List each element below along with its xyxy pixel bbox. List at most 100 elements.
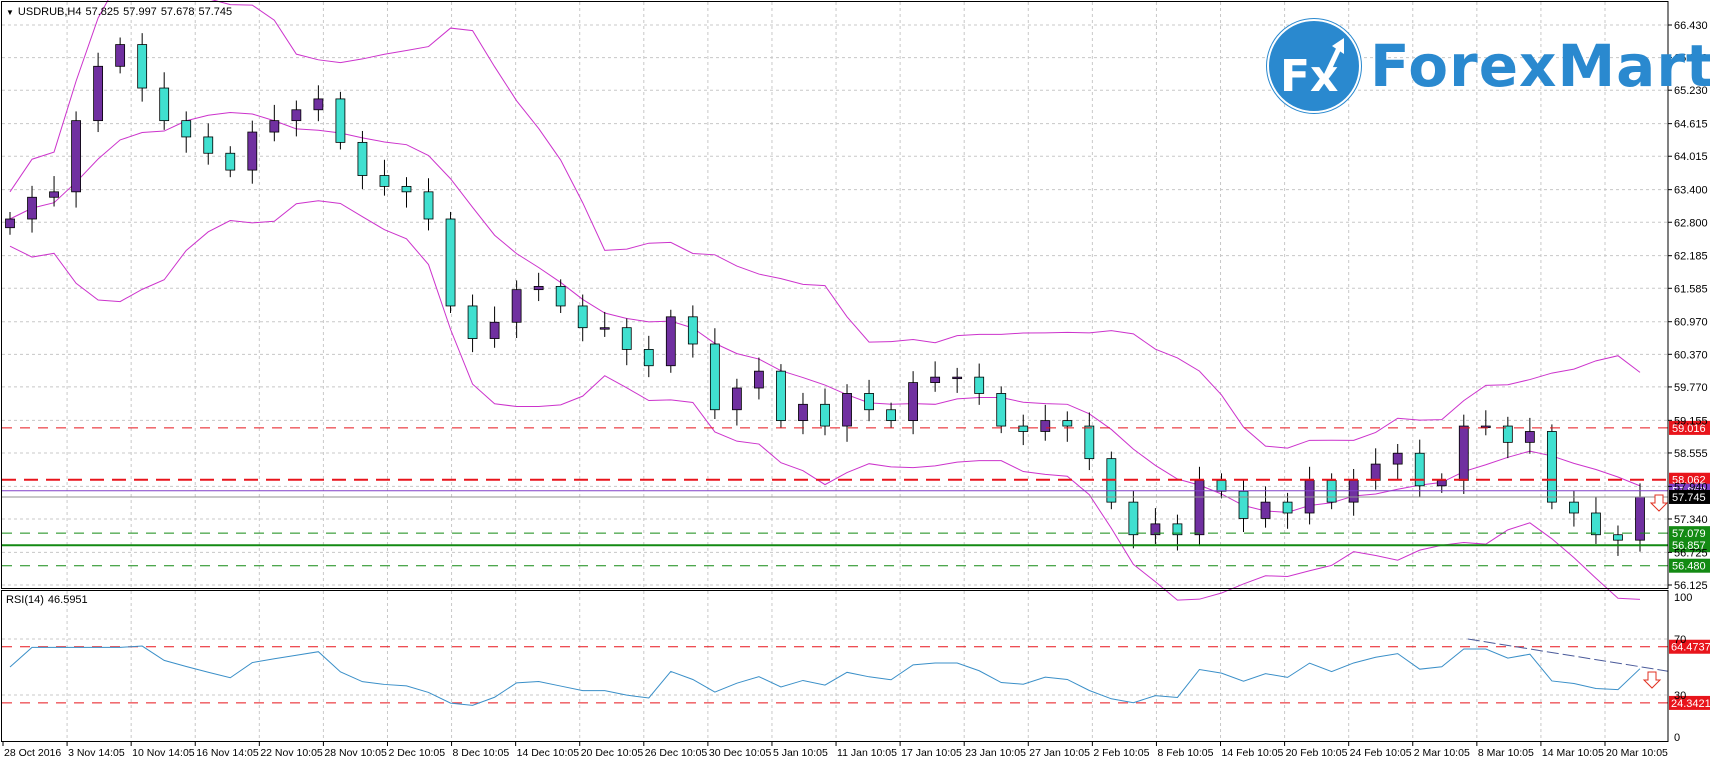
candle-bearish (555, 285, 566, 307)
symbol-label: USDRUB,H4 (17, 6, 82, 18)
rsi-tick-label: 30 (1674, 690, 1686, 702)
candle-bearish (181, 120, 192, 138)
candle-bearish (820, 403, 830, 427)
time-tick-label: 14 Feb 10:05 (1222, 747, 1284, 759)
rsi-tick-label: 0 (1674, 732, 1680, 744)
candle-bearish (643, 349, 654, 367)
candle-bearish (1062, 420, 1073, 427)
candle-bullish (115, 44, 126, 67)
candle-bullish (952, 376, 963, 380)
candle-bearish (974, 376, 985, 394)
candle-bearish (687, 316, 698, 345)
candle-bearish (1238, 490, 1249, 519)
rsi-header: RSI(14) 46.5951 (6, 594, 88, 606)
candle-bullish (533, 285, 544, 291)
candle-bearish (1128, 501, 1139, 536)
time-tick-label: 8 Mar 10:05 (1478, 747, 1534, 759)
candle-bullish (754, 370, 764, 389)
open-value: 57.825 (85, 6, 120, 18)
time-tick-label: 16 Nov 14:05 (196, 747, 259, 759)
candle-bearish (445, 218, 456, 307)
price-tick-label: 60.370 (1674, 349, 1708, 361)
candle-bullish (291, 109, 302, 122)
candle-bullish (1194, 479, 1205, 536)
candle-bullish (27, 196, 37, 220)
time-tick-label: 10 Nov 14:05 (132, 747, 195, 759)
horizontal-levels[interactable]: 59.01658.06257.86057.74557.07956.85756.4… (2, 420, 1710, 573)
time-tick-label: 8 Feb 10:05 (1157, 747, 1213, 759)
candle-bearish (203, 136, 214, 154)
chart-canvas[interactable]: 59.01658.06257.86057.74557.07956.85756.4… (0, 0, 1710, 762)
candle-bearish (621, 327, 632, 350)
candle-bullish (269, 120, 280, 133)
close-value: 57.745 (198, 6, 233, 18)
time-tick-label: 2 Dec 10:05 (388, 747, 445, 759)
candle-bearish (864, 393, 874, 411)
candle-bearish (379, 175, 390, 187)
candle-bearish (401, 185, 412, 193)
candle-bullish (665, 316, 676, 367)
price-tick-label: 59.155 (1674, 415, 1708, 427)
rsi-tick-label: 100 (1674, 592, 1692, 604)
price-tick-label: 59.770 (1674, 382, 1708, 394)
time-tick-label: 3 Nov 14:05 (68, 747, 125, 759)
price-tick-label: 60.970 (1674, 317, 1708, 329)
candle-bearish (996, 393, 1007, 427)
candle-bullish (731, 387, 742, 411)
candle-bearish (423, 191, 434, 220)
time-tick-label: 22 Nov 10:05 (260, 747, 323, 759)
candle-bullish (908, 382, 919, 422)
candle-bearish (1282, 501, 1293, 514)
candle-bearish (776, 370, 786, 422)
time-tick-label: 28 Nov 10:05 (324, 747, 387, 759)
time-tick-label: 8 Dec 10:05 (453, 747, 510, 759)
price-tick-label: 58.555 (1674, 448, 1708, 460)
candle-bearish (137, 44, 148, 89)
dropdown-triangle-icon[interactable]: ▼ (6, 8, 14, 17)
candle-bearish (1084, 425, 1095, 460)
candle-bearish (1216, 479, 1227, 492)
price-tick-label: 63.400 (1674, 185, 1708, 197)
time-tick-label: 28 Oct 2016 (4, 747, 61, 759)
high-value: 57.997 (123, 6, 157, 18)
time-tick-label: 5 Jan 10:05 (773, 747, 828, 759)
candle-bullish (1436, 479, 1447, 487)
rsi-tick-label: 70 (1674, 634, 1686, 646)
candle-bearish (709, 343, 720, 411)
price-tick-label: 61.585 (1674, 283, 1708, 295)
time-tick-label: 20 Feb 10:05 (1286, 747, 1348, 759)
price-tick-label: 56.725 (1674, 547, 1708, 559)
candle-bearish (225, 152, 236, 171)
svg-text:Fx: Fx (1280, 51, 1338, 102)
candle-bullish (1370, 463, 1381, 481)
price-tick-label: 57.340 (1674, 514, 1708, 526)
rsi-trendline (1467, 638, 1669, 672)
time-tick-label: 23 Jan 10:05 (965, 747, 1026, 759)
candle-bullish (1480, 425, 1491, 428)
candle-bearish (1502, 425, 1513, 443)
price-tick-label: 64.615 (1674, 119, 1708, 131)
candle-bullish (599, 327, 610, 330)
price-tick-label: 57.940 (1674, 481, 1708, 493)
forexmart-logo: Fx ForexMart (1266, 18, 1710, 114)
candle-bullish (5, 218, 15, 229)
candle-bullish (1635, 496, 1645, 541)
time-tick-label: 26 Dec 10:05 (645, 747, 708, 759)
rsi-pane: 64.473724.3421 (2, 638, 1710, 710)
candle-bullish (1458, 425, 1469, 481)
price-tick-label: 64.015 (1674, 151, 1708, 163)
time-tick-label: 11 Jan 10:05 (837, 747, 897, 759)
candle-bearish (1591, 512, 1601, 536)
time-tick-label: 14 Dec 10:05 (517, 747, 580, 759)
candle-bullish (511, 289, 522, 323)
candle-bearish (1613, 534, 1623, 541)
rsi-label: RSI(14) (6, 594, 44, 606)
candle-bearish (1546, 431, 1557, 503)
price-tick-label: 56.125 (1674, 580, 1708, 592)
price-level-label: 56.480 (1672, 561, 1706, 573)
time-tick-label: 14 Mar 10:05 (1542, 747, 1604, 759)
logo-text: ForexMart (1370, 32, 1710, 100)
time-tick-label: 2 Feb 10:05 (1093, 747, 1149, 759)
time-tick-label: 24 Feb 10:05 (1350, 747, 1412, 759)
candle-bullish (842, 393, 852, 427)
